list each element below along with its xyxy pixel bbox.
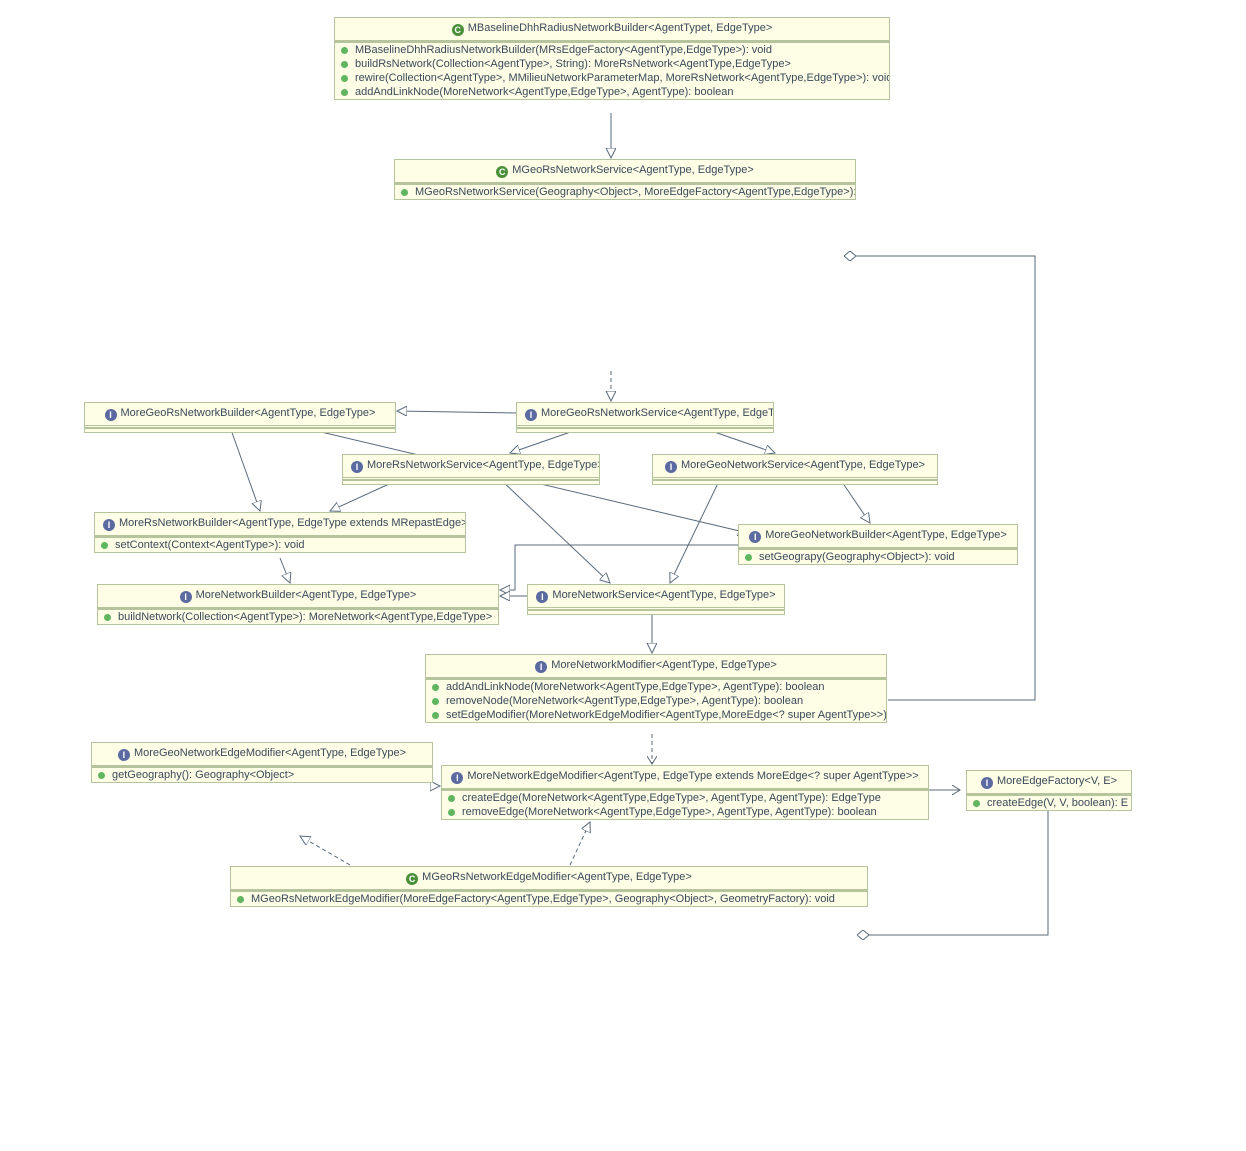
member-row[interactable]: addAndLinkNode(MoreNetwork<AgentType,Edg… (426, 680, 886, 694)
type-name: MoreNetworkBuilder<AgentType, EdgeType> (196, 589, 417, 601)
type-name: MBaselineDhhRadiusNetworkBuilder<AgentTy… (468, 22, 773, 34)
interface-icon: I (180, 591, 192, 603)
interface-moregeorsnetworkbuilder[interactable]: I MoreGeoRsNetworkBuilder<AgentType, Edge… (84, 402, 396, 433)
class-mgeorsnetworkservice[interactable]: C MGeoRsNetworkService<AgentType, EdgeTyp… (394, 159, 856, 200)
type-title: I MoreGeoNetworkService<AgentType, EdgeTy… (653, 455, 937, 480)
class-icon: C (452, 24, 464, 36)
type-title: C MGeoRsNetworkService<AgentType, EdgeTyp… (395, 160, 855, 183)
interface-morersnetworkservice[interactable]: I MoreRsNetworkService<AgentType, EdgeTyp… (342, 454, 600, 485)
type-title: I MoreNetworkService<AgentType, EdgeType> (528, 585, 784, 610)
class-mbaseline[interactable]: C MBaselineDhhRadiusNetworkBuilder<AgentT… (334, 17, 890, 100)
interface-moregeonetworkedgemodifier[interactable]: I MoreGeoNetworkEdgeModifier<AgentType, E… (91, 742, 433, 783)
type-name: MoreGeoNetworkService<AgentType, EdgeTyp… (681, 459, 925, 471)
member-row[interactable]: MBaselineDhhRadiusNetworkBuilder(MRsEdge… (335, 43, 889, 57)
member-sig: setEdgeModifier(MoreNetworkEdgeModifier<… (446, 709, 886, 721)
type-name: MoreEdgeFactory<V, E> (997, 775, 1117, 787)
interface-icon: I (451, 772, 463, 784)
member-row[interactable]: MGeoRsNetworkService(Geography<Object>, … (395, 185, 855, 199)
type-title: I MoreRsNetworkService<AgentType, EdgeTyp… (343, 455, 599, 480)
type-title: I MoreNetworkModifier<AgentType, EdgeType… (426, 655, 886, 678)
member-sig: buildNetwork(Collection<AgentType>): Mor… (118, 611, 492, 623)
interface-morersnetworkbuilder[interactable]: I MoreRsNetworkBuilder<AgentType, EdgeTyp… (94, 512, 466, 553)
member-row[interactable]: getGeography(): Geography<Object> (92, 768, 432, 782)
type-name: MoreGeoNetworkEdgeModifier<AgentType, Ed… (134, 747, 406, 759)
member-sig: createEdge(MoreNetwork<AgentType,EdgeTyp… (462, 792, 881, 804)
type-title: C MGeoRsNetworkEdgeModifier<AgentType, Ed… (231, 867, 867, 890)
type-name: MoreNetworkEdgeModifier<AgentType, EdgeT… (467, 770, 918, 782)
interface-icon: I (536, 591, 548, 603)
interface-morenetworkbuilder[interactable]: I MoreNetworkBuilder<AgentType, EdgeType>… (97, 584, 499, 625)
member-sig: addAndLinkNode(MoreNetwork<AgentType,Edg… (446, 681, 825, 693)
interface-icon: I (525, 409, 537, 421)
type-name: MoreGeoRsNetworkBuilder<AgentType, EdgeT… (121, 407, 376, 419)
type-name: MoreNetworkService<AgentType, EdgeType> (552, 589, 775, 601)
interface-morenetworkedgemodifier[interactable]: I MoreNetworkEdgeModifier<AgentType, Edge… (441, 765, 929, 820)
type-title: I MoreEdgeFactory<V, E> (967, 771, 1131, 794)
interface-icon: I (118, 749, 130, 761)
member-sig: buildRsNetwork(Collection<AgentType>, St… (355, 58, 791, 70)
member-sig: addAndLinkNode(MoreNetwork<AgentType,Edg… (355, 86, 734, 98)
interface-icon: I (981, 777, 993, 789)
interface-moregeorsnetworkservice[interactable]: I MoreGeoRsNetworkService<AgentType, Edge… (516, 402, 774, 433)
type-title: I MoreGeoRsNetworkBuilder<AgentType, Edge… (85, 403, 395, 428)
type-title: I MoreNetworkEdgeModifier<AgentType, Edge… (442, 766, 928, 789)
member-sig: MGeoRsNetworkEdgeModifier(MoreEdgeFactor… (251, 893, 835, 905)
member-row[interactable]: setEdgeModifier(MoreNetworkEdgeModifier<… (426, 708, 886, 722)
interface-icon: I (103, 519, 115, 531)
member-sig: getGeography(): Geography<Object> (112, 769, 294, 781)
class-icon: C (406, 873, 418, 885)
member-row[interactable]: MGeoRsNetworkEdgeModifier(MoreEdgeFactor… (231, 892, 867, 906)
interface-icon: I (105, 409, 117, 421)
member-sig: removeNode(MoreNetwork<AgentType,EdgeTyp… (446, 695, 803, 707)
member-sig: removeEdge(MoreNetwork<AgentType,EdgeTyp… (462, 806, 877, 818)
class-icon: C (496, 166, 508, 178)
interface-morenetworkservice[interactable]: I MoreNetworkService<AgentType, EdgeType> (527, 584, 785, 615)
member-sig: rewire(Collection<AgentType>, MMilieuNet… (355, 72, 889, 84)
member-sig: createEdge(V, V, boolean): E (987, 797, 1128, 809)
member-row[interactable]: createEdge(MoreNetwork<AgentType,EdgeTyp… (442, 791, 928, 805)
type-name: MoreRsNetworkService<AgentType, EdgeType… (367, 459, 599, 471)
type-name: MoreGeoRsNetworkService<AgentType, EdgeT… (541, 407, 773, 419)
interface-moregeonetworkservice[interactable]: I MoreGeoNetworkService<AgentType, EdgeTy… (652, 454, 938, 485)
type-name: MGeoRsNetworkEdgeModifier<AgentType, Edg… (422, 871, 692, 883)
member-row[interactable]: addAndLinkNode(MoreNetwork<AgentType,Edg… (335, 85, 889, 99)
member-row[interactable]: setContext(Context<AgentType>): void (95, 538, 465, 552)
member-row[interactable]: rewire(Collection<AgentType>, MMilieuNet… (335, 71, 889, 85)
interface-moreedgefactory[interactable]: I MoreEdgeFactory<V, E> createEdge(V, V, b… (966, 770, 1132, 811)
member-row[interactable]: removeEdge(MoreNetwork<AgentType,EdgeTyp… (442, 805, 928, 819)
member-row[interactable]: createEdge(V, V, boolean): E (967, 796, 1131, 810)
type-name: MoreNetworkModifier<AgentType, EdgeType> (551, 659, 777, 671)
member-sig: MGeoRsNetworkService(Geography<Object>, … (415, 186, 855, 198)
type-title: I MoreGeoRsNetworkService<AgentType, Edge… (517, 403, 773, 428)
interface-icon: I (535, 661, 547, 673)
type-title: C MBaselineDhhRadiusNetworkBuilder<AgentT… (335, 18, 889, 41)
type-title: I MoreGeoNetworkBuilder<AgentType, EdgeTy… (739, 525, 1017, 548)
member-row[interactable]: buildNetwork(Collection<AgentType>): Mor… (98, 610, 498, 624)
member-sig: MBaselineDhhRadiusNetworkBuilder(MRsEdge… (355, 44, 772, 56)
type-title: I MoreGeoNetworkEdgeModifier<AgentType, E… (92, 743, 432, 766)
type-title: I MoreRsNetworkBuilder<AgentType, EdgeTyp… (95, 513, 465, 536)
type-name: MGeoRsNetworkService<AgentType, EdgeType… (512, 164, 754, 176)
interface-morenetworkmodifier[interactable]: I MoreNetworkModifier<AgentType, EdgeType… (425, 654, 887, 723)
interface-moregeonetworkbuilder[interactable]: I MoreGeoNetworkBuilder<AgentType, EdgeTy… (738, 524, 1018, 565)
member-sig: setContext(Context<AgentType>): void (115, 539, 305, 551)
type-name: MoreGeoNetworkBuilder<AgentType, EdgeTyp… (765, 529, 1007, 541)
type-name: MoreRsNetworkBuilder<AgentType, EdgeType… (119, 517, 465, 529)
member-row[interactable]: buildRsNetwork(Collection<AgentType>, St… (335, 57, 889, 71)
member-row[interactable]: removeNode(MoreNetwork<AgentType,EdgeTyp… (426, 694, 886, 708)
interface-icon: I (749, 531, 761, 543)
interface-icon: I (351, 461, 363, 473)
interface-icon: I (665, 461, 677, 473)
member-row[interactable]: setGeograpy(Geography<Object>): void (739, 550, 1017, 564)
member-sig: setGeograpy(Geography<Object>): void (759, 551, 955, 563)
class-mgeorsnetworkedgemodifier[interactable]: C MGeoRsNetworkEdgeModifier<AgentType, Ed… (230, 866, 868, 907)
type-title: I MoreNetworkBuilder<AgentType, EdgeType> (98, 585, 498, 608)
